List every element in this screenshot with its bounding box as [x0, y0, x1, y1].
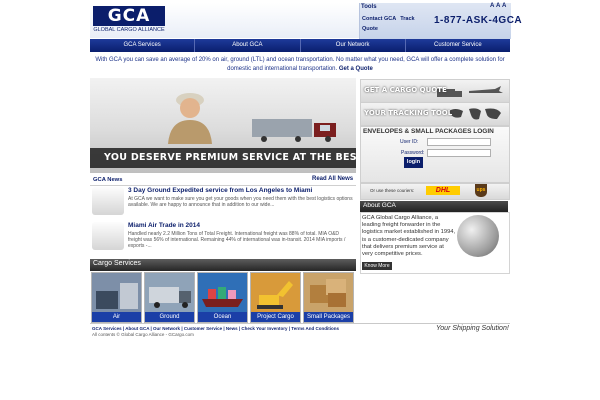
ground-truck-icon — [145, 273, 194, 312]
login-button[interactable]: login — [404, 157, 423, 168]
world-map-icon — [449, 108, 501, 120]
service-air-label: Air — [92, 312, 141, 322]
password-input[interactable] — [427, 149, 491, 157]
news-item-desc: Handled nearly 2.2 Million Tons of Total… — [128, 231, 346, 249]
tagline: Your Shipping Solution! — [436, 325, 509, 332]
footer-link-news[interactable]: News — [226, 326, 238, 331]
service-ground[interactable]: Ground — [144, 272, 195, 323]
text-size-medium-button[interactable]: A — [496, 3, 500, 9]
service-small-packages[interactable]: Small Packages — [303, 272, 354, 323]
track-link[interactable]: Track — [400, 16, 414, 22]
nav-item-our-network[interactable]: Our Network — [301, 39, 406, 52]
footer-link-gca-services[interactable]: GCA Services — [92, 326, 122, 331]
password-label: Password: — [401, 150, 425, 156]
read-all-news-link[interactable]: Read All News — [312, 176, 353, 182]
news-thumbnail[interactable] — [92, 187, 124, 215]
globe-icon — [457, 215, 499, 257]
know-more-button[interactable]: Know More — [362, 262, 392, 270]
packages-icon — [304, 273, 353, 312]
footer-link-about-gca[interactable]: About GCA — [125, 326, 149, 331]
get-a-quote-link[interactable]: Get a Quote — [339, 66, 373, 72]
footer-link-customer-service[interactable]: Customer Service — [184, 326, 222, 331]
footer-links: GCA Services | About GCA | Our Network |… — [92, 326, 340, 331]
quote-link[interactable]: Quote — [362, 26, 378, 32]
nav-item-gca-services[interactable]: GCA Services — [90, 39, 196, 52]
cargo-services-title: Cargo Services — [93, 260, 141, 267]
ups-logo[interactable]: ups — [475, 184, 487, 197]
envelope-login-title: ENVELOPES & SMALL PACKAGES LOGIN — [363, 128, 494, 135]
about-text: GCA Global Cargo Alliance, a leading fre… — [362, 215, 456, 258]
dhl-logo[interactable]: DHL — [426, 186, 460, 195]
userid-label: User ID: — [400, 139, 419, 145]
userid-input[interactable] — [427, 138, 491, 146]
main-nav: GCA Services About GCA Our Network Custo… — [90, 39, 510, 52]
service-ocean[interactable]: Ocean — [197, 272, 248, 323]
phone-number[interactable]: 1-877-ASK-4GCA — [434, 15, 522, 26]
service-air[interactable]: Air — [91, 272, 142, 323]
gca-logo[interactable]: GCA GLOBAL CARGO ALLIANCE — [93, 6, 165, 34]
service-ocean-label: Ocean — [198, 312, 247, 322]
news-thumbnail[interactable] — [92, 222, 124, 250]
news-title: GCA News — [93, 177, 123, 183]
ocean-ship-icon — [198, 273, 247, 312]
logo-mark: GCA — [93, 6, 165, 26]
contact-gca-link[interactable]: Contact GCA — [362, 16, 396, 22]
footer-link-check-inventory[interactable]: Check Your Inventory — [241, 326, 287, 331]
tools-links: Contact GCA Track Quote — [362, 14, 424, 34]
excavator-icon — [251, 273, 300, 312]
nav-item-customer-service[interactable]: Customer Service — [406, 39, 510, 52]
cargo-quote-title[interactable]: GET A CARGO QUOTE — [364, 86, 447, 94]
service-project-cargo[interactable]: Project Cargo — [250, 272, 301, 323]
intro-text: With GCA you can save an average of 20% … — [95, 56, 505, 74]
footer-divider — [90, 323, 510, 324]
footer-link-terms[interactable]: Terms And Conditions — [291, 326, 339, 331]
news-item-title[interactable]: Miami Air Trade in 2014 — [128, 222, 200, 229]
text-size-small-button[interactable]: A — [490, 3, 494, 9]
truck-icon — [252, 119, 336, 142]
copyright-text: All contents © Global Cargo Alliance - G… — [92, 332, 194, 337]
logo-subtitle: GLOBAL CARGO ALLIANCE — [93, 27, 165, 33]
couriers-label: Or use these couriers: — [370, 188, 415, 193]
footer-link-our-network[interactable]: Our Network — [153, 326, 180, 331]
service-ground-label: Ground — [145, 312, 194, 322]
nav-item-about-gca[interactable]: About GCA — [195, 39, 301, 52]
text-size-large-button[interactable]: A — [502, 3, 506, 9]
person-with-cap-icon — [168, 93, 212, 144]
about-title: About GCA — [363, 202, 396, 209]
news-item-desc: At GCA we want to make sure you get your… — [128, 196, 353, 208]
service-project-cargo-label: Project Cargo — [251, 312, 300, 322]
intro-body: With GCA you can save an average of 20% … — [95, 57, 505, 72]
tools-title: Tools — [361, 4, 377, 10]
tracking-tool-title[interactable]: YOUR TRACKING TOOL — [364, 109, 452, 117]
service-small-packages-label: Small Packages — [304, 312, 353, 322]
air-cargo-icon — [92, 273, 141, 312]
news-item-title[interactable]: 3 Day Ground Expedited service from Los … — [128, 187, 312, 194]
